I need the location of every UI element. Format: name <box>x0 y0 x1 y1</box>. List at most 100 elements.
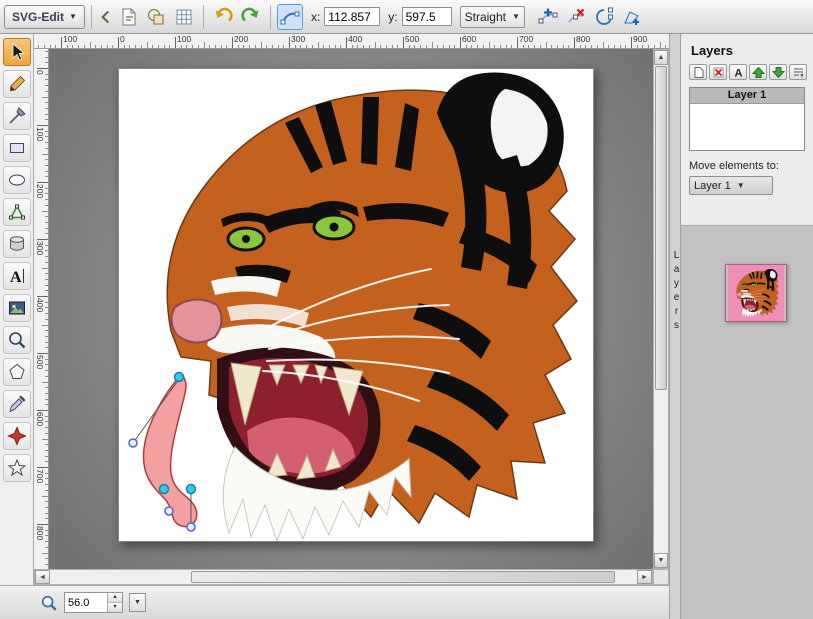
move-elements-label: Move elements to: <box>689 160 813 172</box>
path-tool[interactable] <box>3 198 31 226</box>
chevron-left-icon <box>99 8 112 26</box>
shapes-button[interactable] <box>143 4 169 30</box>
zoom-step-up-button[interactable]: ▲ <box>108 593 122 602</box>
text-icon: A <box>7 266 27 286</box>
ellipse-icon <box>7 170 27 190</box>
delete-node-button[interactable] <box>563 4 589 30</box>
rectangle-tool[interactable] <box>3 134 31 162</box>
shape-library-tool[interactable] <box>3 230 31 258</box>
segment-type-select[interactable]: Straight ▼ <box>460 6 525 28</box>
vertical-scroll-thumb[interactable] <box>655 66 667 390</box>
redo-icon <box>241 7 261 27</box>
chevron-down-icon: ▼ <box>69 12 77 21</box>
open-path-button[interactable] <box>591 4 617 30</box>
main-menu-button[interactable]: SVG-Edit ▼ <box>4 5 85 29</box>
zoom-preset-dropdown-button[interactable]: ▼ <box>129 593 146 612</box>
ellipse-tool[interactable] <box>3 166 31 194</box>
toolbar-separator <box>91 5 92 29</box>
collapse-toolbar-button[interactable] <box>98 4 113 30</box>
logo-label: SVG-Edit <box>12 10 64 24</box>
line-tool[interactable] <box>3 102 31 130</box>
undo-button[interactable] <box>210 4 236 30</box>
layers-panel-toggle[interactable]: Layers <box>669 34 681 619</box>
link-control-points-button[interactable] <box>277 4 303 30</box>
delete-node-icon <box>566 7 586 27</box>
left-toolbar: A <box>0 34 34 585</box>
polygon-tool[interactable] <box>3 358 31 386</box>
move-target-select[interactable]: Layer 1 ▼ <box>689 176 773 195</box>
cylinder-icon <box>7 234 27 254</box>
merge-layer-button[interactable] <box>789 64 807 80</box>
edited-path-shape[interactable] <box>144 376 197 527</box>
scroll-down-button[interactable]: ▼ <box>654 553 668 568</box>
new-layer-icon <box>692 66 705 79</box>
rename-layer-button[interactable]: A <box>729 64 747 80</box>
path-node[interactable] <box>175 373 184 382</box>
scroll-left-button[interactable]: ◄ <box>35 570 50 584</box>
vertical-scrollbar[interactable]: ▲ ▼ <box>653 49 669 569</box>
redo-button[interactable] <box>238 4 264 30</box>
select-tool[interactable] <box>3 38 31 66</box>
zoom-tool[interactable] <box>3 326 31 354</box>
eyedropper-tool[interactable] <box>3 390 31 418</box>
svg-canvas[interactable] <box>118 68 594 542</box>
move-target-value: Layer 1 <box>694 180 731 192</box>
tiger-artwork[interactable] <box>167 73 577 541</box>
status-bar: ▲ ▼ ▼ <box>0 585 669 619</box>
layers-panel-controls: Layers A <box>681 34 813 226</box>
scroll-up-button[interactable]: ▲ <box>654 50 668 65</box>
scroll-right-button[interactable]: ► <box>637 570 652 584</box>
chevron-down-icon: ▼ <box>737 181 745 190</box>
document-button[interactable] <box>115 4 141 30</box>
path-node[interactable] <box>187 485 196 494</box>
raise-layer-icon <box>752 66 765 79</box>
pen-line-icon <box>7 106 27 126</box>
control-point-handle[interactable] <box>165 507 173 515</box>
ornament-shape-tool[interactable] <box>3 422 31 450</box>
tiger-thumbnail[interactable] <box>725 264 787 322</box>
horizontal-scrollbar[interactable]: ◄ ► <box>34 569 653 585</box>
layer-list-body[interactable] <box>690 104 804 150</box>
grid-button[interactable] <box>171 4 197 30</box>
tiger-thumbnail-image <box>726 265 786 321</box>
layers-panel: Layers A <box>681 34 813 619</box>
delete-layer-button[interactable] <box>709 64 727 80</box>
raise-layer-button[interactable] <box>749 64 767 80</box>
zoom-step-down-button[interactable]: ▼ <box>108 602 122 612</box>
new-layer-button[interactable] <box>689 64 707 80</box>
zoom-input[interactable] <box>65 593 107 612</box>
zoom-steppers: ▲ ▼ <box>107 593 122 612</box>
image-tool[interactable] <box>3 294 31 322</box>
path-triangle-icon <box>7 202 27 222</box>
horizontal-scroll-thumb[interactable] <box>191 571 615 583</box>
link-control-points-icon <box>280 7 300 27</box>
path-edit-overlay[interactable] <box>129 373 197 532</box>
control-point-handle[interactable] <box>129 439 137 447</box>
star-tool[interactable] <box>3 454 31 482</box>
text-tool[interactable]: A <box>3 262 31 290</box>
scrollbar-corner <box>653 569 669 585</box>
add-node-button[interactable] <box>535 4 561 30</box>
horizontal-ruler: 1000100200300400500600700800900 <box>34 34 669 49</box>
pencil-tool[interactable] <box>3 70 31 98</box>
add-node-icon <box>538 7 558 27</box>
svg-text:A: A <box>10 269 22 286</box>
star-icon <box>7 458 27 478</box>
add-subpath-button[interactable] <box>619 4 645 30</box>
svg-text:A: A <box>734 67 742 79</box>
path-node[interactable] <box>160 485 169 494</box>
lower-layer-button[interactable] <box>769 64 787 80</box>
x-input[interactable] <box>324 7 380 26</box>
layer-row-selected[interactable]: Layer 1 <box>690 88 804 104</box>
vertical-ruler: 0100200300400500600700800 <box>34 49 49 569</box>
open-path-icon <box>594 7 614 27</box>
control-point-handle[interactable] <box>187 523 195 531</box>
zoom-spinner[interactable]: ▲ ▼ <box>64 592 123 613</box>
canvas-viewport[interactable] <box>49 49 653 569</box>
merge-layer-icon <box>792 66 805 79</box>
grid-icon <box>174 7 194 27</box>
ornament-icon <box>7 426 27 446</box>
pencil-icon <box>7 74 27 94</box>
magnifier-icon <box>7 330 27 350</box>
y-input[interactable] <box>402 7 452 26</box>
